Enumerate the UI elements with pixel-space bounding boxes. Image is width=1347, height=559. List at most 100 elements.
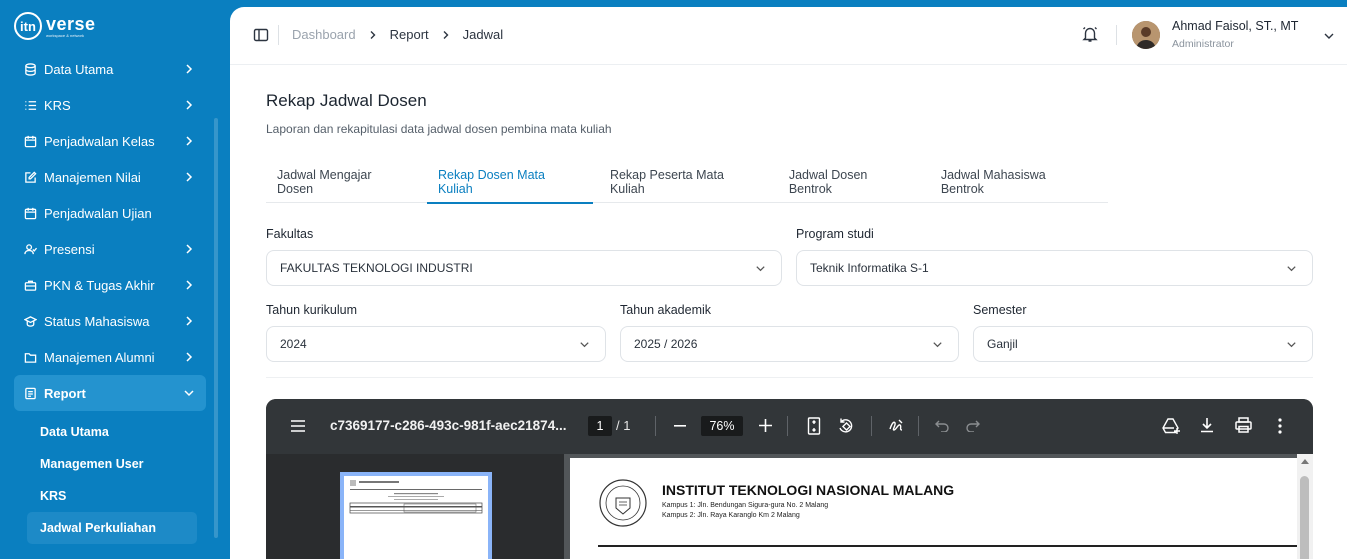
undo-icon[interactable] (935, 420, 949, 432)
scroll-thumb[interactable] (1300, 476, 1309, 559)
sidebar-item-label: Penjadwalan Kelas (44, 133, 155, 149)
chevron-right-icon (186, 100, 193, 110)
sidebar-item-manajemen-alumni[interactable]: Manajemen Alumni (14, 339, 206, 375)
scroll-up-icon[interactable] (1301, 458, 1309, 464)
submenu-item-jadwal-perkuliahan[interactable]: Jadwal Perkuliahan (27, 512, 197, 544)
sidebar-item-label: Data Utama (44, 61, 114, 77)
pdf-scrollbar[interactable] (1297, 454, 1313, 559)
divider (266, 377, 1313, 378)
menu-icon[interactable] (290, 419, 306, 433)
breadcrumb-dashboard[interactable]: Dashboard (292, 27, 356, 42)
logo-word: verse (46, 13, 96, 34)
print-icon[interactable] (1235, 417, 1252, 433)
sidebar-item-manajemen-nilai[interactable]: Manajemen Nilai (14, 159, 206, 195)
doc-address-2: Kampus 2: Jln. Raya Karanglo Km 2 Malang (662, 512, 800, 519)
page-title: Rekap Jadwal Dosen (266, 91, 427, 110)
sidebar-menu: Data Utama KRS Penjadwalan Kelas Manajem… (14, 51, 206, 411)
graduation-icon (23, 314, 37, 328)
rotate-icon[interactable] (837, 417, 855, 435)
edit-icon (23, 170, 37, 184)
sidebar-item-label: Status Mahasiswa (44, 313, 150, 329)
fakultas-select[interactable]: FAKULTAS TEKNOLOGI INDUSTRI (266, 250, 782, 286)
bell-icon[interactable] (1081, 25, 1099, 43)
sidebar-item-penjadwalan-kelas[interactable]: Penjadwalan Kelas (14, 123, 206, 159)
chevron-down-icon (1287, 266, 1296, 272)
calendar-icon (23, 206, 37, 220)
more-vertical-icon[interactable] (1278, 418, 1282, 434)
prodi-label: Program studi (796, 227, 874, 241)
sidebar-item-pkn-tugas-akhir[interactable]: PKN & Tugas Akhir (14, 267, 206, 303)
briefcase-icon (23, 278, 37, 292)
sidebar: itn verse workspace & network Data Utama… (0, 0, 230, 559)
chevron-right-icon (186, 316, 193, 326)
prodi-select[interactable]: Teknik Informatika S-1 (796, 250, 1313, 286)
chevron-down-icon (184, 390, 194, 397)
chevron-right-icon (186, 280, 193, 290)
redo-icon[interactable] (966, 420, 980, 432)
sidebar-item-label: Report (44, 385, 86, 401)
submenu-item-krs[interactable]: KRS (27, 480, 197, 512)
tab-jadwal-mahasiswa-bentrok[interactable]: Jadwal Mahasiswa Bentrok (930, 161, 1102, 203)
sidebar-item-krs[interactable]: KRS (14, 87, 206, 123)
sidebar-toggle-icon[interactable] (253, 27, 269, 43)
annotate-icon[interactable] (888, 417, 906, 435)
kurikulum-select[interactable]: 2024 (266, 326, 606, 362)
sidebar-item-label: Manajemen Nilai (44, 169, 141, 185)
tab-jadwal-mengajar-dosen[interactable]: Jadwal Mengajar Dosen (266, 161, 421, 203)
fit-page-icon[interactable] (807, 417, 821, 435)
divider (1116, 25, 1117, 45)
pdf-page-input[interactable]: 1 (588, 416, 612, 436)
semester-select[interactable]: Ganjil (973, 326, 1313, 362)
pdf-thumbnail-panel (266, 454, 564, 559)
tabs: Jadwal Mengajar Dosen Rekap Dosen Mata K… (266, 161, 1108, 204)
page-thumbnail[interactable] (340, 472, 492, 559)
brand-logo[interactable]: itn verse workspace & network (14, 12, 96, 40)
institution-seal-icon (599, 479, 647, 527)
drive-add-icon[interactable] (1162, 417, 1181, 435)
page-description: Laporan dan rekapitulasi data jadwal dos… (266, 122, 612, 136)
submenu-item-data-utama[interactable]: Data Utama (27, 416, 197, 448)
prodi-value: Teknik Informatika S-1 (810, 261, 929, 275)
chevron-down-icon[interactable] (1322, 29, 1336, 43)
fakultas-value: FAKULTAS TEKNOLOGI INDUSTRI (280, 261, 473, 275)
akademik-select[interactable]: 2025 / 2026 (620, 326, 959, 362)
tab-rekap-peserta-mata-kuliah[interactable]: Rekap Peserta Mata Kuliah (599, 161, 772, 203)
logo-mark: itn (14, 12, 42, 40)
zoom-out-icon[interactable] (674, 425, 686, 427)
sidebar-item-status-mahasiswa[interactable]: Status Mahasiswa (14, 303, 206, 339)
user-name: Ahmad Faisol, ST., MT (1172, 19, 1299, 33)
pdf-filename: c7369177-c286-493c-981f-aec21874... (330, 418, 567, 433)
doc-address-1: Kampus 1: Jln. Bendungan Sigura-gura No.… (662, 502, 829, 509)
logo-tagline: workspace & network (46, 32, 85, 38)
tab-jadwal-dosen-bentrok[interactable]: Jadwal Dosen Bentrok (778, 161, 924, 203)
breadcrumb-report[interactable]: Report (390, 27, 429, 42)
sidebar-item-label: Penjadwalan Ujian (44, 205, 152, 221)
chevron-down-icon (580, 342, 589, 348)
doc-institution-name: INSTITUT TEKNOLOGI NASIONAL MALANG (662, 482, 955, 498)
pdf-zoom-input[interactable]: 76% (701, 416, 743, 436)
sidebar-item-presensi[interactable]: Presensi (14, 231, 206, 267)
chevron-down-icon (756, 266, 765, 272)
submenu-item-managemen-user[interactable]: Managemen User (27, 448, 197, 480)
divider (655, 416, 656, 436)
tab-rekap-dosen-mata-kuliah[interactable]: Rekap Dosen Mata Kuliah (426, 161, 593, 204)
sidebar-item-data-utama[interactable]: Data Utama (14, 51, 206, 87)
zoom-in-icon[interactable] (759, 419, 772, 432)
avatar[interactable] (1132, 21, 1160, 49)
chevron-right-icon (186, 64, 193, 74)
kurikulum-value: 2024 (280, 337, 307, 351)
akademik-value: 2025 / 2026 (634, 337, 698, 351)
chevron-right-icon (443, 30, 449, 39)
pdf-page: INSTITUT TEKNOLOGI NASIONAL MALANG Kampu… (570, 458, 1298, 559)
sidebar-item-report[interactable]: Report (14, 375, 206, 411)
sidebar-item-label: PKN & Tugas Akhir (44, 277, 155, 293)
sidebar-item-penjadwalan-ujian[interactable]: Penjadwalan Ujian (14, 195, 206, 231)
download-icon[interactable] (1200, 417, 1214, 433)
main-panel: Dashboard Report Jadwal Ahmad Faisol, ST… (230, 7, 1347, 559)
user-check-icon (23, 242, 37, 256)
breadcrumb: Dashboard Report Jadwal (292, 27, 503, 42)
chevron-right-icon (370, 30, 376, 39)
thumbnail-preview (349, 480, 483, 514)
sidebar-scrollbar[interactable] (214, 118, 218, 538)
chevron-right-icon (186, 172, 193, 182)
